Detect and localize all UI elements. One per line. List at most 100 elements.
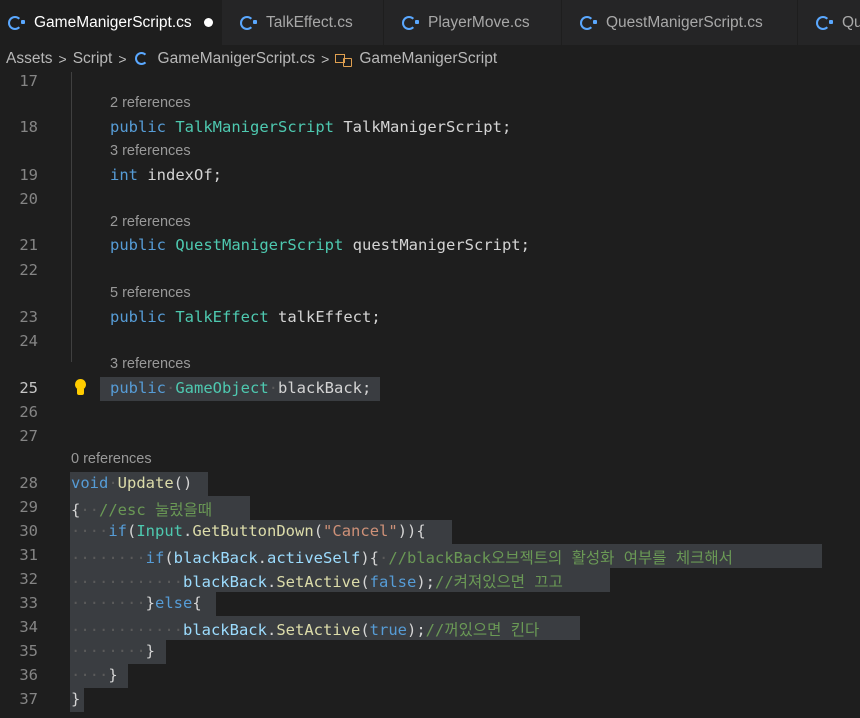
comment: //esc 눌렀을때 [99,501,213,519]
breadcrumb: Assets > Script > GameManigerScript.cs >… [0,45,860,72]
line-number: 32 [19,570,38,588]
keyword: public [110,308,166,326]
code-line-35: ········} [71,642,155,660]
comment: //blackBack오브젝트의 활성화 여부를 체크해서 [388,549,733,567]
tab-playermove[interactable]: PlayerMove.cs [384,0,562,45]
line-number: 17 [19,72,38,90]
line-number: 37 [19,690,38,708]
codelens-references[interactable]: 5 references [110,285,191,301]
code-line-32: ············blackBack.SetActive(false);/… [71,573,563,591]
tab-label: QuestManigerScript.cs [606,13,763,31]
code-line-29: {··//esc 눌렀을때 [71,501,213,519]
line-number: 34 [19,618,38,636]
code-line-19: int indexOf; [110,166,222,184]
keyword: if [108,522,127,540]
tab-overflow[interactable]: Qu [798,0,860,45]
code-line-25: public·GameObject·blackBack; [110,379,372,397]
class-symbol-icon [335,52,353,67]
type-name: Input [136,522,184,540]
identifier: talkEffect; [278,308,381,326]
identifier: blackBack [173,549,258,567]
breadcrumb-item-script[interactable]: Script [73,50,113,68]
comment: //꺼있으면 킨다 [425,621,540,639]
line-number: 35 [19,642,38,660]
keyword: true [369,621,407,639]
line-number: 30 [19,522,38,540]
line-number: 33 [19,594,38,612]
tab-label: Qu [842,13,860,31]
keyword: else [155,594,193,612]
breadcrumb-item-assets[interactable]: Assets [6,50,53,68]
method-name: GetButtonDown [192,522,314,540]
breadcrumb-item-class[interactable]: GameManigerScript [359,50,497,68]
code-line-28: void·Update() [71,474,193,492]
method-name: SetActive [276,573,361,591]
codelens-references[interactable]: 0 references [71,451,152,467]
codelens-references[interactable]: 3 references [110,143,191,159]
csharp-file-icon [8,15,25,30]
keyword: public [110,379,166,397]
line-number: 21 [19,236,38,254]
tab-label: PlayerMove.cs [428,13,530,31]
type-name: TalkManigerScript [175,118,334,136]
code-line-31: ········if(blackBack.activeSelf){·//blac… [71,549,733,567]
editor-tab-bar: GameManigerScript.cs TalkEffect.cs Playe… [0,0,860,45]
code-line-23: public TalkEffect talkEffect; [110,308,381,326]
identifier: indexOf; [147,166,222,184]
indent-guide [71,72,72,362]
line-number: 23 [19,308,38,326]
code-editor[interactable]: 17 18 19 20 21 22 23 24 25 26 27 28 29 3… [0,72,860,718]
code-line-37: } [71,690,81,708]
csharp-file-icon [816,15,833,30]
line-number: 26 [19,403,38,421]
keyword: int [110,166,138,184]
lightbulb-icon[interactable] [73,379,87,397]
identifier: questManigerScript; [352,236,530,254]
string-literal: "Cancel" [323,522,398,540]
identifier: blackBack [182,621,267,639]
code-line-30: ····if(Input.GetButtonDown("Cancel")){ [71,522,426,540]
codelens-references[interactable]: 2 references [110,214,191,230]
csharp-file-icon [402,15,419,30]
comment: //켜져있으면 끄고 [435,573,563,591]
csharp-file-icon [240,15,257,30]
type-name: QuestManigerScript [175,236,344,254]
breadcrumb-separator: > [321,50,330,67]
code-line-34: ············blackBack.SetActive(true);//… [71,621,540,639]
tab-label: TalkEffect.cs [266,13,353,31]
breadcrumb-item-file[interactable]: GameManigerScript.cs [158,50,316,68]
code-line-33: ········}else{ [71,594,202,612]
line-number: 29 [19,498,38,516]
csharp-file-icon [580,15,597,30]
line-number: 31 [19,546,38,564]
line-number: 22 [19,261,38,279]
keyword: public [110,236,166,254]
line-number: 36 [19,666,38,684]
line-number: 18 [19,118,38,136]
line-number: 28 [19,474,38,492]
unsaved-dot-icon[interactable] [203,18,213,27]
breadcrumb-separator: > [118,50,127,67]
identifier: activeSelf [267,549,361,567]
line-number: 27 [19,427,38,445]
tab-gamemanigerscript[interactable]: GameManigerScript.cs [0,0,222,45]
keyword: if [145,549,165,567]
codelens-references[interactable]: 2 references [110,95,191,111]
identifier: blackBack; [278,379,372,397]
tab-label: GameManigerScript.cs [34,13,192,31]
tab-questmanigerscript[interactable]: QuestManigerScript.cs [562,0,798,45]
line-number: 19 [19,166,38,184]
tab-talkeffect[interactable]: TalkEffect.cs [222,0,384,45]
type-name: GameObject [175,379,269,397]
code-line-21: public QuestManigerScript questManigerSc… [110,236,530,254]
breadcrumb-separator: > [58,50,67,67]
line-number: 20 [19,190,38,208]
method-name: SetActive [276,621,361,639]
keyword: false [369,573,417,591]
codelens-references[interactable]: 3 references [110,356,191,372]
method-name: Update [117,474,174,492]
code-line-36: ····} [71,666,118,684]
line-number-current: 25 [19,379,38,397]
keyword: void [71,474,109,492]
keyword: public [110,118,166,136]
